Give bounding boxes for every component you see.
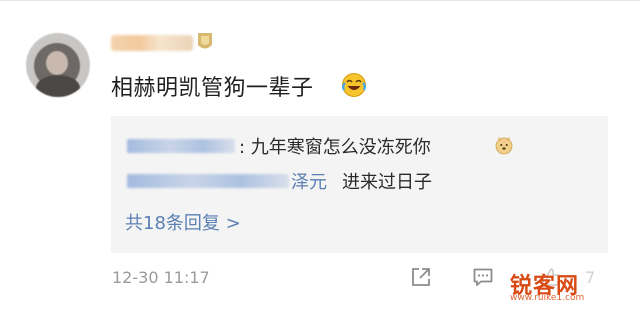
reply-text-1: : 九年寒窗怎么没冻死你 (239, 137, 431, 158)
reply-username-blurred[interactable] (127, 174, 289, 188)
user-badge-icon (198, 33, 212, 49)
avatar[interactable] (26, 33, 90, 97)
username-blurred[interactable] (111, 35, 193, 51)
share-icon[interactable] (410, 266, 432, 288)
reply-username-blurred[interactable] (127, 139, 235, 153)
comment-text: 相赫明凯管狗一辈子 (111, 76, 314, 101)
comment-icon[interactable] (472, 266, 494, 288)
watermark-url: www.ruike1.com (510, 293, 585, 303)
comment-timestamp: 12-30 11:17 (112, 268, 210, 287)
dog-emoji-icon (495, 137, 513, 155)
top-divider (0, 0, 640, 1)
reply-text-2: 进来过日子 (342, 172, 432, 193)
avatar-body (36, 75, 80, 97)
reply-box[interactable]: : 九年寒窗怎么没冻死你 泽元 进来过日子 共18条回复 > (111, 116, 608, 253)
more-replies-link[interactable]: 共18条回复 > (125, 209, 241, 235)
laughing-crying-emoji-icon (342, 73, 366, 97)
avatar-face (46, 51, 68, 75)
reply-name-tail[interactable]: 泽元 (291, 168, 327, 194)
